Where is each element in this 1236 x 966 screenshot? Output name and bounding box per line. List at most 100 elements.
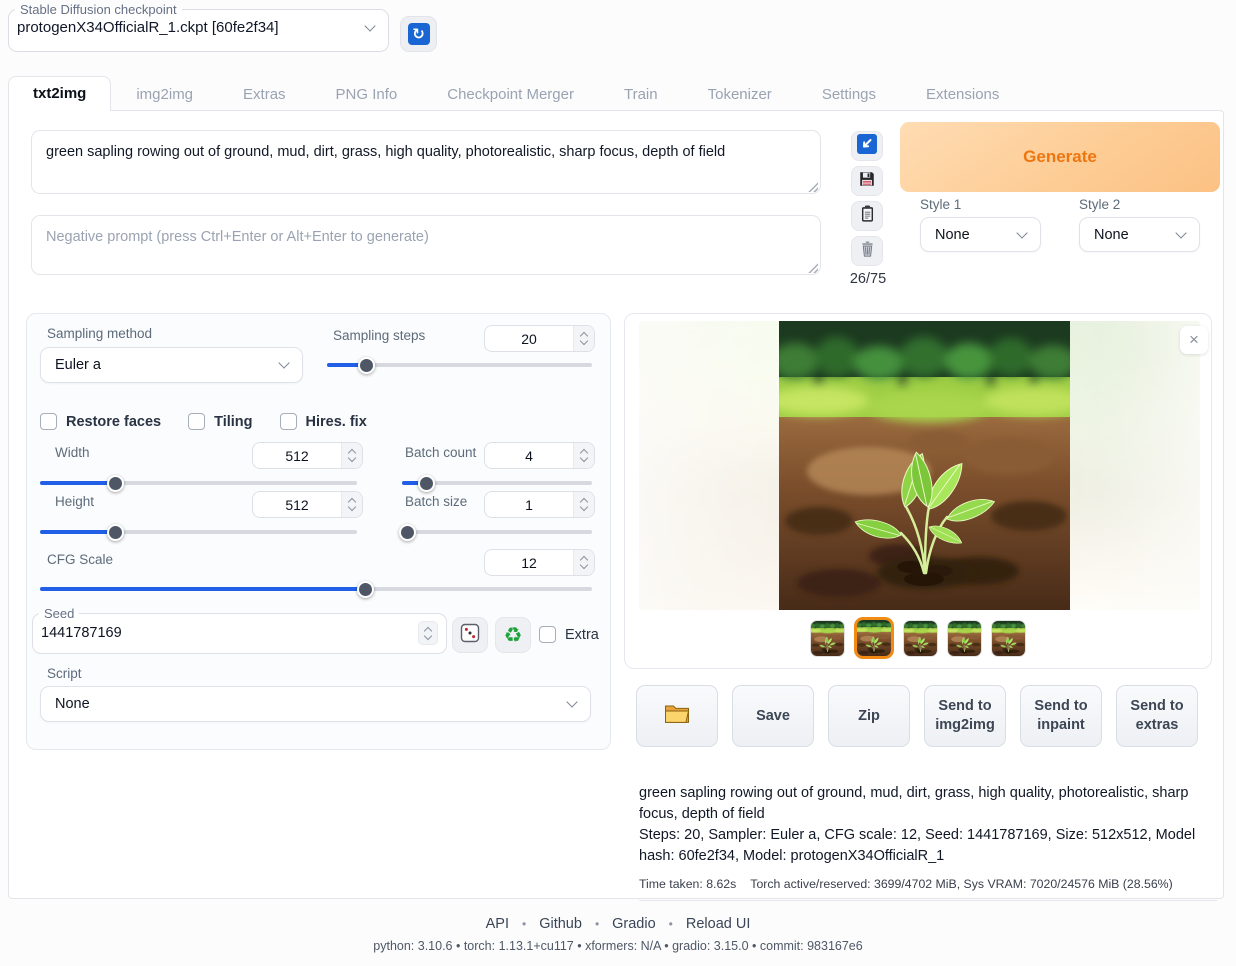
- chevron-down-icon: [364, 20, 375, 31]
- number-stepper[interactable]: [573, 550, 594, 575]
- image-preview[interactable]: [639, 321, 1200, 610]
- number-stepper[interactable]: [418, 621, 438, 645]
- width-value: 512: [253, 443, 341, 468]
- slider-handle[interactable]: [418, 475, 435, 492]
- api-link[interactable]: API: [486, 916, 509, 932]
- send-to-img2img-button[interactable]: Send to img2img: [924, 685, 1006, 747]
- tab-txt2img[interactable]: txt2img: [8, 76, 111, 111]
- toggle-row: Restore faces Tiling Hires. fix: [40, 413, 367, 430]
- height-value: 512: [253, 492, 341, 517]
- sampling-method-dropdown[interactable]: Euler a: [40, 347, 303, 383]
- number-stepper[interactable]: [573, 492, 594, 517]
- random-seed-button[interactable]: [452, 617, 488, 653]
- batch-count-slider[interactable]: [402, 474, 592, 492]
- cfg-scale-slider[interactable]: [40, 580, 592, 598]
- generated-image-art: [857, 620, 891, 656]
- sampling-method-value: Euler a: [55, 357, 280, 373]
- thumbnail-1[interactable]: [810, 620, 845, 657]
- script-dropdown[interactable]: None: [40, 686, 591, 722]
- cfg-scale-input[interactable]: 12: [484, 549, 595, 576]
- save-style-button[interactable]: [851, 166, 883, 196]
- restore-faces-checkbox[interactable]: Restore faces: [40, 413, 161, 430]
- sampling-steps-slider[interactable]: [327, 356, 592, 374]
- zip-button[interactable]: Zip: [828, 685, 910, 747]
- extra-seed-checkbox[interactable]: Extra: [539, 626, 599, 643]
- chevron-down-icon: [1016, 227, 1027, 238]
- tab-train[interactable]: Train: [599, 78, 683, 111]
- generate-button[interactable]: Generate: [900, 122, 1220, 192]
- style2-dropdown[interactable]: None: [1079, 217, 1200, 252]
- generated-image-art: [811, 621, 844, 656]
- batch-size-slider[interactable]: [402, 523, 592, 541]
- generated-image-art: [904, 621, 937, 656]
- batch-size-label: Batch size: [405, 494, 467, 509]
- style1-dropdown[interactable]: None: [920, 217, 1041, 252]
- bullet-separator: •: [595, 917, 599, 931]
- sampling-steps-value: 20: [485, 326, 573, 351]
- reuse-seed-button[interactable]: ♻: [495, 617, 531, 653]
- number-stepper[interactable]: [573, 326, 594, 351]
- thumbnail-5[interactable]: [991, 620, 1026, 657]
- cfg-scale-value: 12: [485, 550, 573, 575]
- tab-png-info[interactable]: PNG Info: [311, 78, 423, 111]
- chevron-down-icon: [278, 357, 289, 368]
- tiling-checkbox[interactable]: Tiling: [188, 413, 252, 430]
- hires-fix-checkbox[interactable]: Hires. fix: [280, 413, 367, 430]
- thumbnail-3[interactable]: [903, 620, 938, 657]
- number-stepper[interactable]: [341, 492, 362, 517]
- number-stepper[interactable]: [341, 443, 362, 468]
- tab-tokenizer[interactable]: Tokenizer: [683, 78, 797, 111]
- performance-row: Time taken: 8.62s Torch active/reserved:…: [639, 877, 1217, 901]
- read-generation-params-button[interactable]: [851, 131, 883, 161]
- reload-ui-link[interactable]: Reload UI: [686, 916, 750, 932]
- tab-extensions[interactable]: Extensions: [901, 78, 1024, 111]
- slider-handle[interactable]: [357, 581, 374, 598]
- refresh-checkpoint-button[interactable]: ↻: [400, 16, 437, 52]
- checkpoint-dropdown[interactable]: Stable Diffusion checkpoint protogenX34O…: [8, 2, 389, 52]
- slider-handle[interactable]: [399, 524, 416, 541]
- thumbnail-2-selected[interactable]: [854, 617, 894, 659]
- batch-size-input[interactable]: 1: [484, 491, 595, 518]
- negative-prompt-input[interactable]: [31, 215, 821, 275]
- send-to-extras-button[interactable]: Send to extras: [1116, 685, 1198, 747]
- seed-label: Seed: [39, 606, 79, 621]
- height-slider[interactable]: [40, 523, 357, 541]
- github-link[interactable]: Github: [539, 916, 582, 932]
- bullet-separator: •: [522, 917, 526, 931]
- output-prompt-text: green sapling rowing out of ground, mud,…: [639, 783, 1217, 825]
- batch-count-input[interactable]: 4: [484, 442, 595, 469]
- script-label: Script: [47, 666, 82, 681]
- slider-handle[interactable]: [358, 357, 375, 374]
- height-input[interactable]: 512: [252, 491, 363, 518]
- slider-handle[interactable]: [107, 475, 124, 492]
- save-button[interactable]: Save: [732, 685, 814, 747]
- tab-settings[interactable]: Settings: [797, 78, 901, 111]
- width-slider[interactable]: [40, 474, 357, 492]
- sampling-steps-input[interactable]: 20: [484, 325, 595, 352]
- slider-handle[interactable]: [107, 524, 124, 541]
- send-to-inpaint-button[interactable]: Send to inpaint: [1020, 685, 1102, 747]
- tab-img2img[interactable]: img2img: [111, 78, 218, 111]
- width-input[interactable]: 512: [252, 442, 363, 469]
- apply-style-button[interactable]: [851, 201, 883, 231]
- tab-extras[interactable]: Extras: [218, 78, 311, 111]
- cfg-scale-label: CFG Scale: [47, 552, 113, 567]
- clear-prompt-button[interactable]: [851, 236, 883, 266]
- dice-icon: [460, 623, 480, 648]
- vram-text: Torch active/reserved: 3699/4702 MiB, Sy…: [750, 877, 1172, 891]
- time-taken-text: Time taken: 8.62s: [639, 877, 736, 891]
- thumbnail-4[interactable]: [947, 620, 982, 657]
- script-value: None: [55, 696, 568, 712]
- batch-count-value: 4: [485, 443, 573, 468]
- tab-checkpoint-merger[interactable]: Checkpoint Merger: [422, 78, 599, 111]
- gradio-link[interactable]: Gradio: [612, 916, 656, 932]
- open-folder-button[interactable]: [636, 685, 718, 747]
- prompt-input[interactable]: green sapling rowing out of ground, mud,…: [31, 130, 821, 194]
- generated-image[interactable]: [779, 321, 1070, 610]
- checkpoint-value: protogenX34OfficialR_1.ckpt [60fe2f34]: [17, 19, 366, 36]
- generation-settings-panel: Sampling method Euler a Sampling steps 2…: [26, 313, 611, 750]
- gallery-actions: Save Zip Send to img2img Send to inpaint…: [636, 685, 1198, 747]
- close-preview-button[interactable]: ×: [1180, 326, 1208, 354]
- number-stepper[interactable]: [573, 443, 594, 468]
- seed-input[interactable]: Seed 1441787169: [32, 606, 447, 654]
